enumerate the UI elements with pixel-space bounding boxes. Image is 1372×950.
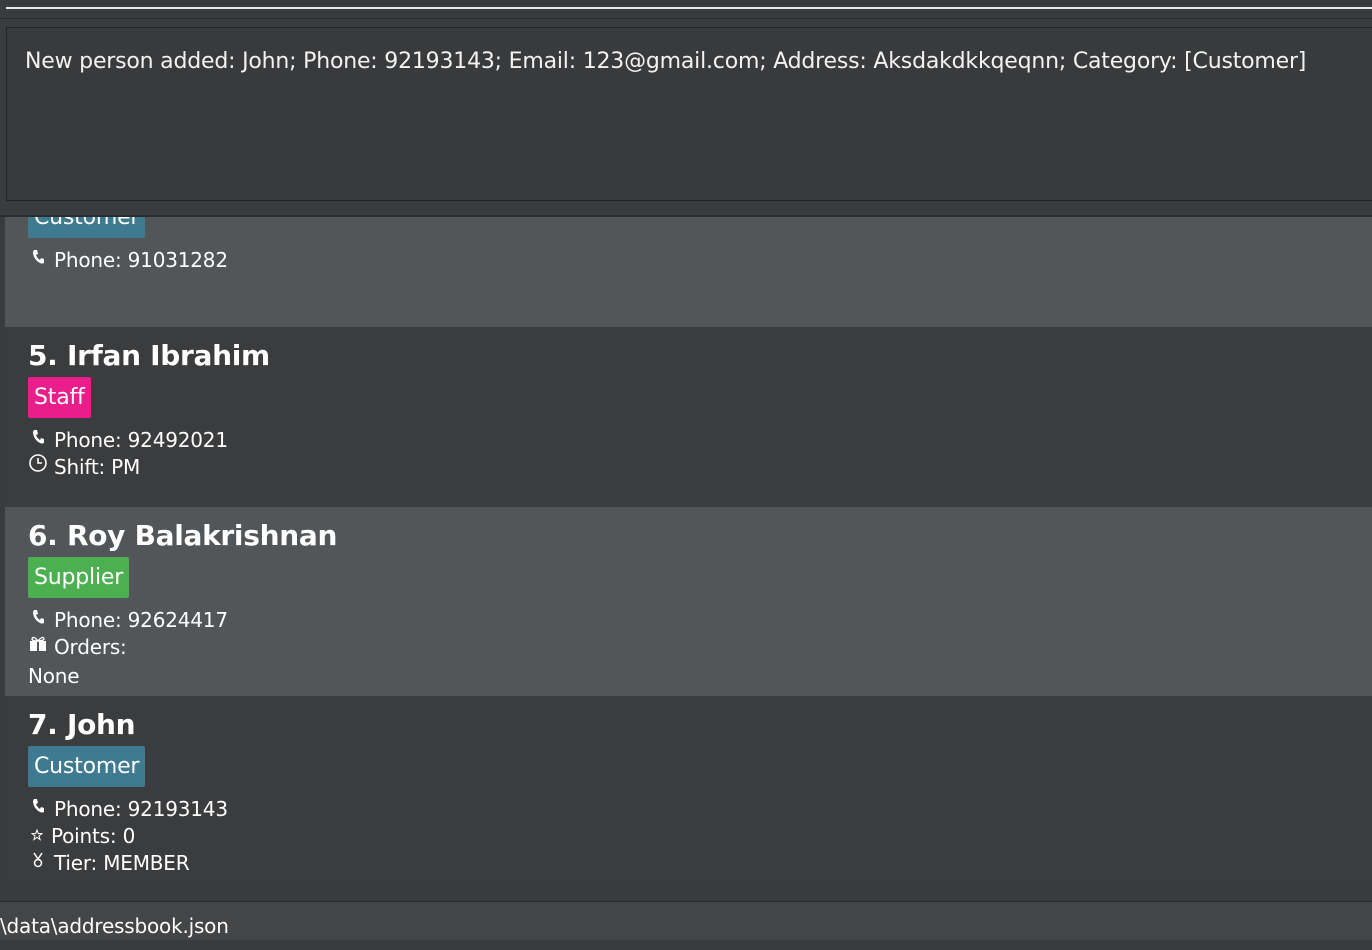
orders-row: Orders: [28,634,127,660]
person-name: 6. Roy Balakrishnan [28,519,338,552]
save-location-path: \data\addressbook.json [0,914,229,938]
category-badge: Customer [28,746,146,787]
gift-icon [28,634,48,660]
person-name: 5. Irfan Ibrahim [28,339,270,372]
shift-text: Shift: PM [54,455,141,479]
command-input[interactable] [6,7,1372,9]
phone-icon [28,796,48,822]
phone-row: Phone: 92193143 [28,796,228,822]
result-panel: New person added: John; Phone: 92193143;… [0,19,1372,217]
points-text: Points: 0 [51,824,136,848]
phone-icon [28,247,48,273]
person-card[interactable]: 7. John Customer Phone: 92193143 Points:… [5,696,1372,885]
medal-icon [28,850,48,876]
command-box[interactable] [0,0,1372,19]
orders-label: Orders: [54,635,127,659]
phone-text: Phone: 92492021 [54,428,228,452]
phone-text: Phone: 92624417 [54,608,228,632]
person-name: 7. John [28,708,136,741]
category-badge: Customer [28,217,146,238]
phone-text: Phone: 92193143 [54,797,228,821]
phone-icon [28,427,48,453]
result-message: New person added: John; Phone: 92193143;… [25,49,1307,74]
result-display: New person added: John; Phone: 92193143;… [6,27,1372,201]
clock-icon [28,454,48,480]
status-bar: \data\addressbook.json [0,901,1372,940]
person-card[interactable]: 5. Irfan Ibrahim Staff Phone: 92492021 S… [5,327,1372,507]
category-badge: Staff [28,377,91,418]
category-badge: Supplier [28,557,130,598]
tier-text: Tier: MEMBER [54,851,190,875]
phone-row: Phone: 91031282 [28,247,228,273]
tier-row: Tier: MEMBER [28,850,190,876]
phone-text: Phone: 91031282 [54,248,228,272]
star-icon [28,823,45,849]
points-row: Points: 0 [28,823,135,849]
person-card[interactable]: 6. Roy Balakrishnan Supplier Phone: 9262… [5,507,1372,696]
shift-row: Shift: PM [28,454,140,480]
phone-row: Phone: 92492021 [28,427,228,453]
phone-icon [28,607,48,633]
phone-row: Phone: 92624417 [28,607,228,633]
orders-value: None [28,664,80,688]
person-card[interactable]: Customer Phone: 91031282 [5,217,1372,327]
person-list[interactable]: Customer Phone: 91031282 5. Irfan Ibrahi… [5,217,1372,885]
